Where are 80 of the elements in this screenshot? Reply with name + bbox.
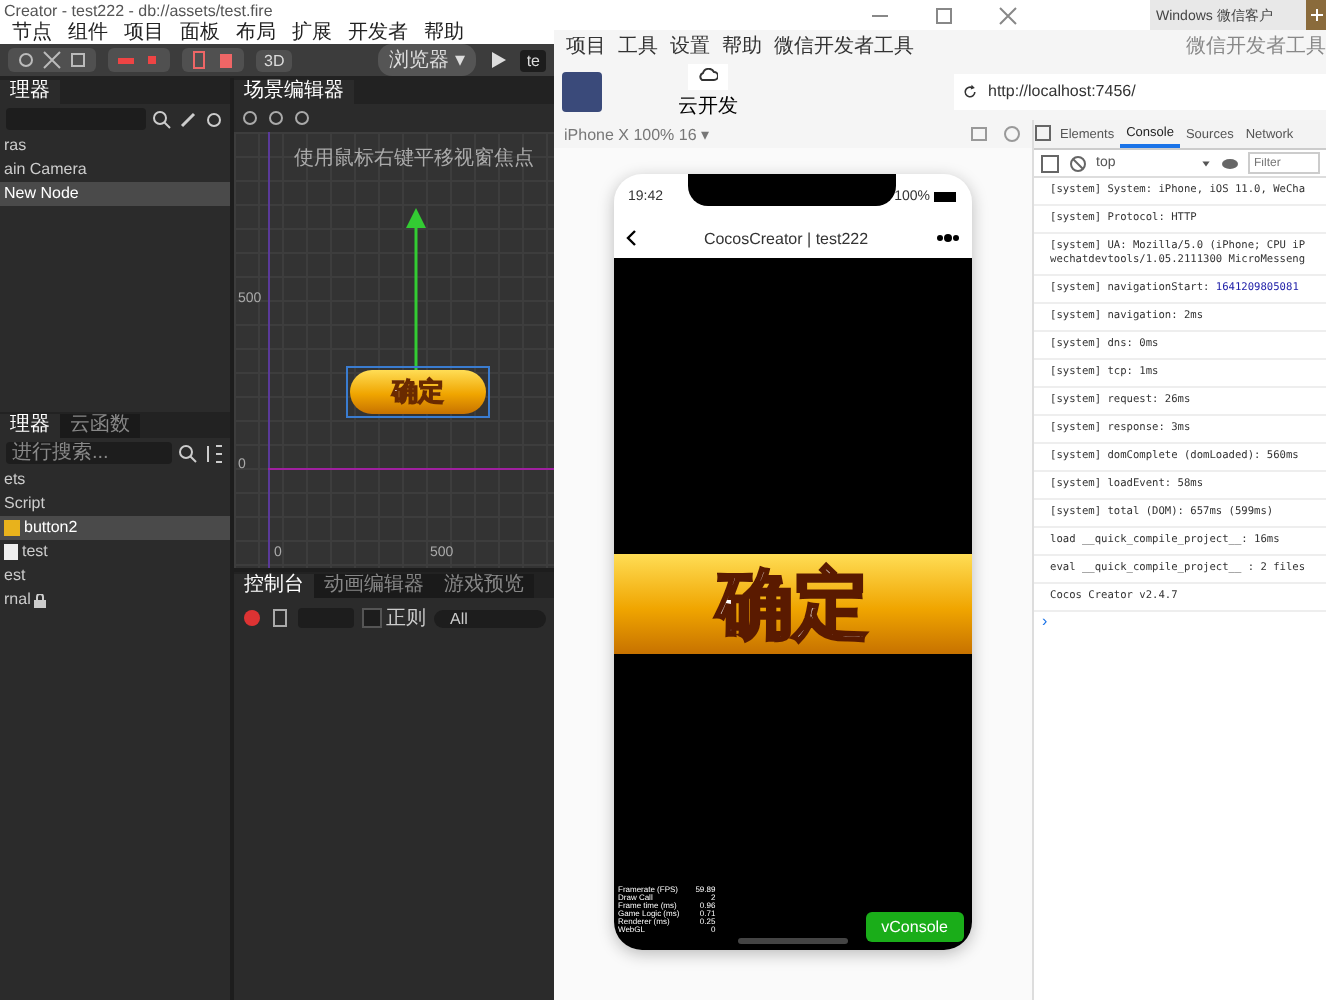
menu-item[interactable]: 工具 bbox=[618, 32, 658, 60]
panel-tab[interactable]: 理器 bbox=[0, 414, 60, 438]
menu-item[interactable]: 微信开发者工具 bbox=[774, 32, 914, 60]
cloud-icon bbox=[698, 67, 718, 81]
rotate-icon[interactable] bbox=[1002, 124, 1022, 144]
window-title: Creator - test222 - db://assets/test.fire bbox=[0, 0, 554, 22]
refresh-icon[interactable] bbox=[962, 83, 978, 99]
pencil-icon[interactable] bbox=[178, 109, 198, 129]
page-title: CocosCreator | test222 bbox=[701, 229, 871, 247]
menu-item[interactable]: 项目 bbox=[124, 22, 164, 44]
search-icon[interactable] bbox=[178, 443, 198, 463]
search-field[interactable]: 进行搜索... bbox=[6, 442, 172, 464]
menu-item[interactable]: 帮助 bbox=[722, 32, 762, 60]
file-icon[interactable] bbox=[270, 608, 290, 628]
regex-label: 正则 bbox=[386, 606, 426, 632]
clear-icon[interactable] bbox=[242, 608, 262, 628]
tree-item[interactable]: ain Camera bbox=[0, 158, 230, 182]
panel-tab[interactable]: 云函数 bbox=[60, 414, 140, 438]
cloud-button[interactable]: 云开发 bbox=[678, 63, 738, 119]
lock-icon bbox=[34, 593, 47, 607]
eye-icon[interactable] bbox=[1220, 153, 1240, 173]
back-icon[interactable] bbox=[626, 230, 636, 246]
asset-item[interactable]: test bbox=[0, 540, 230, 564]
device-field[interactable]: te bbox=[520, 49, 546, 71]
sort-icon[interactable] bbox=[204, 443, 224, 463]
play-icon[interactable] bbox=[488, 50, 509, 70]
global-icon[interactable] bbox=[216, 50, 236, 70]
zoom-in-icon[interactable] bbox=[240, 108, 260, 128]
tree-item[interactable]: New Node bbox=[0, 182, 230, 206]
scale-icon[interactable] bbox=[68, 50, 88, 70]
game-button[interactable]: 确定 bbox=[614, 554, 972, 654]
scene-tab[interactable]: 场景编辑器 bbox=[234, 80, 354, 104]
3d-button[interactable]: 3D bbox=[256, 49, 293, 71]
panel-tab[interactable]: 动画编辑器 bbox=[314, 574, 434, 598]
app-title: 微信开发者工具 bbox=[1186, 33, 1326, 60]
file-icon bbox=[4, 544, 18, 560]
more-icon[interactable] bbox=[936, 234, 960, 242]
menu-item[interactable]: 扩展 bbox=[292, 22, 332, 44]
tree-item[interactable]: ras bbox=[0, 134, 230, 158]
zoom-reset-icon[interactable] bbox=[292, 108, 312, 128]
caret-icon[interactable] bbox=[1200, 157, 1212, 169]
menu-item[interactable]: 设置 bbox=[670, 32, 710, 60]
scene-hint: 使用鼠标右键平移视窗焦点 bbox=[294, 145, 534, 172]
regex-checkbox[interactable] bbox=[362, 608, 382, 628]
console-prompt[interactable]: › bbox=[1034, 612, 1326, 630]
platform-dropdown[interactable]: 浏览器 ▾ bbox=[377, 44, 477, 76]
menu-item[interactable]: 项目 bbox=[566, 32, 606, 60]
asset-item[interactable]: rnal bbox=[0, 588, 230, 612]
menu-item[interactable]: 布局 bbox=[236, 22, 276, 44]
level-select[interactable]: All bbox=[434, 609, 546, 627]
menu-item[interactable]: 帮助 bbox=[424, 22, 464, 44]
menu-item[interactable]: 面板 bbox=[180, 22, 220, 44]
maximize-icon[interactable] bbox=[934, 5, 954, 25]
new-tab-button[interactable] bbox=[1306, 0, 1326, 30]
search-icon[interactable] bbox=[152, 109, 172, 129]
plus-icon bbox=[1309, 8, 1323, 22]
local-icon[interactable] bbox=[190, 50, 210, 70]
battery-icon bbox=[934, 191, 958, 201]
zoom-out-icon[interactable] bbox=[266, 108, 286, 128]
hierarchy-tab[interactable]: 理器 bbox=[0, 80, 60, 104]
panel-tab[interactable]: 控制台 bbox=[234, 574, 314, 598]
window-icon[interactable] bbox=[970, 124, 990, 144]
move-icon[interactable] bbox=[42, 50, 62, 70]
sidebar-icon[interactable] bbox=[1040, 153, 1060, 173]
menu-item[interactable]: 组件 bbox=[68, 22, 108, 44]
asset-item[interactable]: ets bbox=[0, 468, 230, 492]
close-icon[interactable] bbox=[998, 5, 1018, 25]
inspect-icon[interactable] bbox=[1034, 124, 1054, 144]
panel-tab[interactable]: 游戏预览 bbox=[434, 574, 534, 598]
avatar[interactable] bbox=[562, 71, 602, 111]
game-button[interactable]: 确定 bbox=[350, 370, 486, 414]
menu-item[interactable]: 开发者 bbox=[348, 22, 408, 44]
image-icon bbox=[4, 520, 20, 536]
url-field[interactable]: http://localhost:7456/ bbox=[954, 73, 1326, 109]
asset-item[interactable]: Script bbox=[0, 492, 230, 516]
block-icon[interactable] bbox=[1068, 153, 1088, 173]
menu-item[interactable]: 节点 bbox=[12, 22, 52, 44]
device-select[interactable]: iPhone X 100% 16 ▾ bbox=[564, 125, 958, 143]
asset-item[interactable]: button2 bbox=[0, 516, 230, 540]
asset-item[interactable]: est bbox=[0, 564, 230, 588]
